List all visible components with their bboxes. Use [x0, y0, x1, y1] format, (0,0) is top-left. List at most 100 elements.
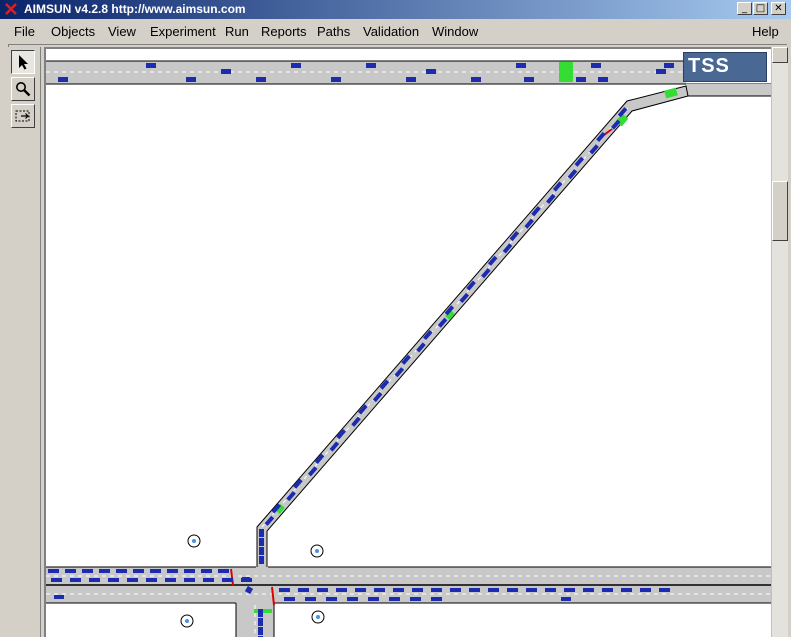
minimize-button[interactable]: _ — [737, 2, 752, 15]
region-select-tool-button[interactable] — [11, 104, 35, 128]
title-bar[interactable]: AIMSUN v4.2.8 http://www.aimsun.com _ □ … — [0, 0, 791, 19]
zoom-magnifier-icon — [16, 82, 31, 97]
vehicle — [664, 63, 674, 68]
vehicle — [659, 588, 670, 592]
vehicle — [317, 588, 328, 592]
vehicle — [258, 609, 263, 617]
vehicle — [222, 578, 233, 582]
vehicle — [291, 63, 301, 68]
bottom-road-section[interactable] — [46, 566, 771, 637]
vehicle — [576, 77, 586, 82]
vehicle — [54, 595, 64, 599]
scroll-up-arrow-icon[interactable] — [772, 47, 788, 63]
vehicle — [431, 597, 442, 601]
vehicle — [58, 77, 68, 82]
vehicle — [450, 588, 461, 592]
diagonal-road-section[interactable] — [256, 85, 689, 570]
menu-paths[interactable]: Paths — [317, 24, 350, 39]
maximize-button[interactable]: □ — [753, 2, 768, 15]
vehicle — [70, 578, 81, 582]
vehicle — [201, 569, 212, 573]
vehicle — [146, 63, 156, 68]
close-button[interactable]: ✕ — [771, 2, 786, 15]
vehicle — [347, 597, 358, 601]
vehicle — [368, 597, 379, 601]
vehicle — [374, 588, 385, 592]
vehicle — [279, 588, 290, 592]
menu-run[interactable]: Run — [225, 24, 249, 39]
menu-validation[interactable]: Validation — [363, 24, 419, 39]
network-canvas[interactable] — [44, 47, 771, 637]
vehicle — [406, 77, 416, 82]
pointer-tool-button[interactable] — [11, 50, 35, 74]
vehicle — [133, 569, 144, 573]
vehicle — [89, 578, 100, 582]
vehicle — [218, 569, 229, 573]
scroll-thumb[interactable] — [772, 181, 788, 241]
vehicle — [259, 547, 264, 555]
vehicle — [298, 588, 309, 592]
vehicle — [393, 588, 404, 592]
vehicle — [412, 588, 423, 592]
menu-objects[interactable]: Objects — [51, 24, 95, 39]
menu-file[interactable]: File — [14, 24, 35, 39]
vehicle — [203, 578, 214, 582]
vehicle — [389, 597, 400, 601]
menu-view[interactable]: View — [108, 24, 136, 39]
vehicle — [184, 569, 195, 573]
vehicle — [108, 578, 119, 582]
menu-window[interactable]: Window — [432, 24, 478, 39]
vehicle — [602, 588, 613, 592]
vehicle — [48, 569, 59, 573]
vehicle — [331, 77, 341, 82]
vehicle — [426, 69, 436, 74]
vehicle — [258, 627, 263, 635]
vehicle — [82, 569, 93, 573]
vertical-scrollbar[interactable] — [771, 47, 788, 637]
vehicle — [410, 597, 421, 601]
window-title: AIMSUN v4.2.8 http://www.aimsun.com — [24, 2, 246, 16]
vehicle — [150, 569, 161, 573]
aimsun-x-icon — [5, 3, 17, 15]
vehicle — [146, 578, 157, 582]
menu-reports[interactable]: Reports — [261, 24, 307, 39]
vehicle — [355, 588, 366, 592]
vehicle — [524, 77, 534, 82]
vehicle — [326, 597, 337, 601]
region-select-icon — [15, 110, 30, 122]
vehicle — [516, 63, 526, 68]
vehicle — [431, 588, 442, 592]
vehicle — [284, 597, 295, 601]
menu-help[interactable]: Help — [752, 24, 779, 39]
road-network-map[interactable] — [46, 49, 771, 637]
tss-logo: TSS — [683, 52, 767, 82]
vehicle — [336, 588, 347, 592]
vehicle — [127, 578, 138, 582]
vehicle — [116, 569, 127, 573]
vehicle — [51, 578, 62, 582]
vehicle — [507, 588, 518, 592]
vehicle — [591, 63, 601, 68]
menu-experiment[interactable]: Experiment — [150, 24, 216, 39]
vehicle — [259, 556, 264, 564]
tool-palette — [8, 47, 41, 637]
vehicle — [621, 588, 632, 592]
vehicle — [564, 588, 575, 592]
detectors[interactable] — [254, 62, 678, 613]
vehicle — [184, 578, 195, 582]
vehicle — [583, 588, 594, 592]
vehicle — [656, 69, 666, 74]
vehicle — [221, 69, 231, 74]
vehicle — [65, 569, 76, 573]
vehicle — [598, 77, 608, 82]
vehicle — [259, 538, 264, 546]
vehicle — [99, 569, 110, 573]
vehicle — [545, 588, 556, 592]
zoom-tool-button[interactable] — [11, 77, 35, 101]
vehicle — [526, 588, 537, 592]
vehicle — [167, 569, 178, 573]
vehicle — [640, 588, 651, 592]
vehicle — [258, 618, 263, 626]
tss-logo-text: TSS — [688, 55, 730, 77]
vehicle — [186, 77, 196, 82]
